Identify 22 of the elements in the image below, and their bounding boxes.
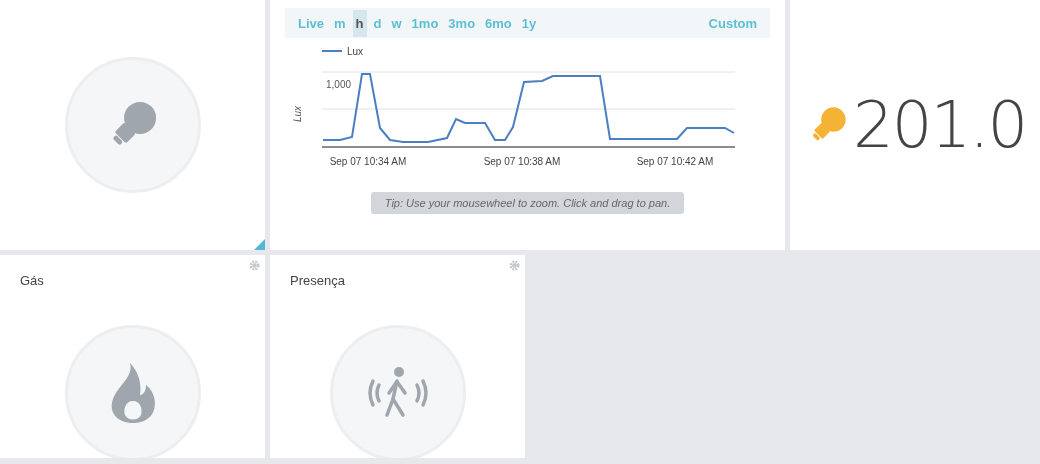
time-range-tab[interactable]: 1y <box>518 9 540 37</box>
time-range-tab[interactable]: m <box>331 9 349 37</box>
time-range-tab[interactable]: Live <box>295 9 327 37</box>
time-range-tab[interactable]: 1mo <box>408 9 442 37</box>
time-range-tab[interactable]: 3mo <box>445 9 479 37</box>
axis-title: Lux <box>292 105 303 122</box>
tile-title: Presença <box>290 273 345 288</box>
custom-range-link[interactable]: Custom <box>705 9 760 37</box>
time-range-tab[interactable]: w <box>388 9 405 37</box>
time-range-tab[interactable]: h <box>352 9 367 37</box>
time-range-tab[interactable]: 6mo <box>482 9 515 37</box>
sensor-value: 201.0 <box>853 88 1027 162</box>
axis-tick-label: Sep 07 10:38 AM <box>483 156 561 167</box>
axis-tick-label: Sep 07 10:42 AM <box>636 156 714 167</box>
time-range-tab[interactable]: d <box>370 9 385 37</box>
tile-title: Gás <box>20 273 44 288</box>
axis-tick-label: Sep 07 10:34 AM <box>329 156 407 167</box>
tip-text: Tip: Use your mousewheel to zoom. Click and drag to pan. <box>370 192 685 214</box>
axis-tick-label: 1,000 <box>326 79 352 90</box>
settings-icon[interactable] <box>509 260 520 271</box>
settings-icon[interactable] <box>249 260 260 271</box>
chart-legend[interactable]: Lux <box>321 46 364 57</box>
